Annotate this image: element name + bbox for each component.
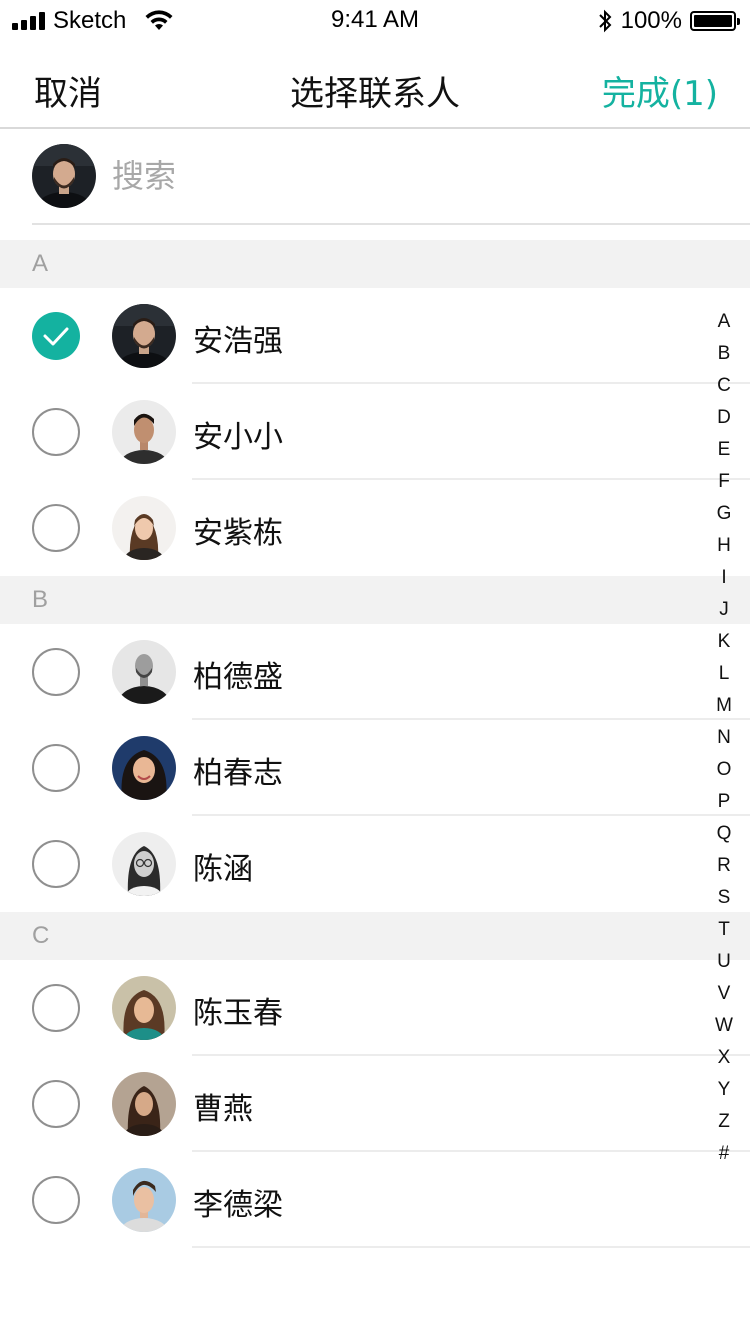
section-header-c: C <box>0 912 750 960</box>
index-letter[interactable]: D <box>712 402 736 434</box>
selected-contact-avatar[interactable] <box>32 144 96 208</box>
index-letter[interactable]: # <box>712 1138 736 1170</box>
contact-row[interactable]: 安小小 <box>0 384 750 480</box>
contact-row[interactable]: 柏德盛 <box>0 624 750 720</box>
divider <box>32 223 750 225</box>
index-letter[interactable]: P <box>712 786 736 818</box>
index-letter[interactable]: Z <box>712 1106 736 1138</box>
checkbox[interactable] <box>32 504 80 552</box>
avatar <box>112 496 176 560</box>
contact-name: 安浩强 <box>193 324 283 359</box>
section-header-b: B <box>0 576 750 624</box>
contact-row[interactable]: 李德梁 <box>0 1152 750 1248</box>
index-letter[interactable]: T <box>712 914 736 946</box>
contact-row[interactable]: 曹燕 <box>0 1056 750 1152</box>
done-button[interactable]: 完成(1) <box>602 66 718 115</box>
avatar <box>112 736 176 800</box>
index-letter[interactable]: O <box>712 754 736 786</box>
index-letter[interactable]: M <box>712 690 736 722</box>
contact-name: 李德梁 <box>193 1188 283 1223</box>
contact-name: 陈玉春 <box>193 996 283 1031</box>
index-letter[interactable]: R <box>712 850 736 882</box>
section-letter: A <box>32 250 49 277</box>
index-letter[interactable]: X <box>712 1042 736 1074</box>
index-letter[interactable]: Q <box>712 818 736 850</box>
checkbox[interactable] <box>32 840 80 888</box>
contact-name: 柏春志 <box>193 756 283 791</box>
index-letter[interactable]: J <box>712 594 736 626</box>
alphabet-index[interactable]: A B C D E F G H I J K L M N O P Q R S T … <box>712 306 736 1170</box>
index-letter[interactable]: N <box>712 722 736 754</box>
contact-name: 曹燕 <box>193 1092 253 1127</box>
index-letter[interactable]: I <box>712 562 736 594</box>
index-letter[interactable]: W <box>712 1010 736 1042</box>
section-header-a: A <box>0 240 750 288</box>
checkbox-checked[interactable] <box>32 312 80 360</box>
section-letter: B <box>32 586 49 613</box>
index-letter[interactable]: S <box>712 882 736 914</box>
index-letter[interactable]: E <box>712 434 736 466</box>
nav-bar: 取消 选择联系人 完成(1) <box>0 40 750 129</box>
cancel-button[interactable]: 取消 <box>34 66 102 115</box>
contact-row[interactable]: 陈玉春 <box>0 960 750 1056</box>
battery-percent: 100% <box>620 7 682 34</box>
section-letter: C <box>32 922 50 949</box>
index-letter[interactable]: L <box>712 658 736 690</box>
search-row <box>0 129 750 225</box>
index-letter[interactable]: G <box>712 498 736 530</box>
index-letter[interactable]: H <box>712 530 736 562</box>
checkbox[interactable] <box>32 648 80 696</box>
contact-name: 陈涵 <box>193 852 253 887</box>
checkbox[interactable] <box>32 408 80 456</box>
contact-name: 安紫栋 <box>193 516 283 551</box>
avatar <box>112 1072 176 1136</box>
index-letter[interactable]: K <box>712 626 736 658</box>
avatar <box>112 640 176 704</box>
avatar <box>112 976 176 1040</box>
status-bar-right: 100% <box>597 6 740 36</box>
checkbox[interactable] <box>32 1080 80 1128</box>
checkbox[interactable] <box>32 744 80 792</box>
contact-name: 安小小 <box>193 420 283 455</box>
divider <box>192 1246 750 1248</box>
status-bar: Sketch 9:41 AM 100% <box>0 0 750 40</box>
checkbox[interactable] <box>32 984 80 1032</box>
index-letter[interactable]: U <box>712 946 736 978</box>
contact-list: A 安浩强 安小小 安紫栋 B 柏德盛 柏春志 陈涵 C 陈玉春 曹燕 李德梁 <box>0 240 750 1248</box>
index-letter[interactable]: V <box>712 978 736 1010</box>
battery-icon <box>690 11 740 31</box>
contact-row[interactable]: 安浩强 <box>0 288 750 384</box>
index-letter[interactable]: Y <box>712 1074 736 1106</box>
index-letter[interactable]: F <box>712 466 736 498</box>
checkbox[interactable] <box>32 1176 80 1224</box>
avatar <box>112 304 176 368</box>
checkmark-icon <box>43 327 69 346</box>
index-letter[interactable]: B <box>712 338 736 370</box>
index-letter[interactable]: C <box>712 370 736 402</box>
contact-name: 柏德盛 <box>193 660 283 695</box>
avatar <box>112 400 176 464</box>
avatar <box>112 1168 176 1232</box>
contact-row[interactable]: 陈涵 <box>0 816 750 912</box>
contact-row[interactable]: 柏春志 <box>0 720 750 816</box>
index-letter[interactable]: A <box>712 306 736 338</box>
avatar <box>112 832 176 896</box>
contact-row[interactable]: 安紫栋 <box>0 480 750 576</box>
bluetooth-icon <box>598 9 612 33</box>
search-input[interactable] <box>112 151 712 201</box>
